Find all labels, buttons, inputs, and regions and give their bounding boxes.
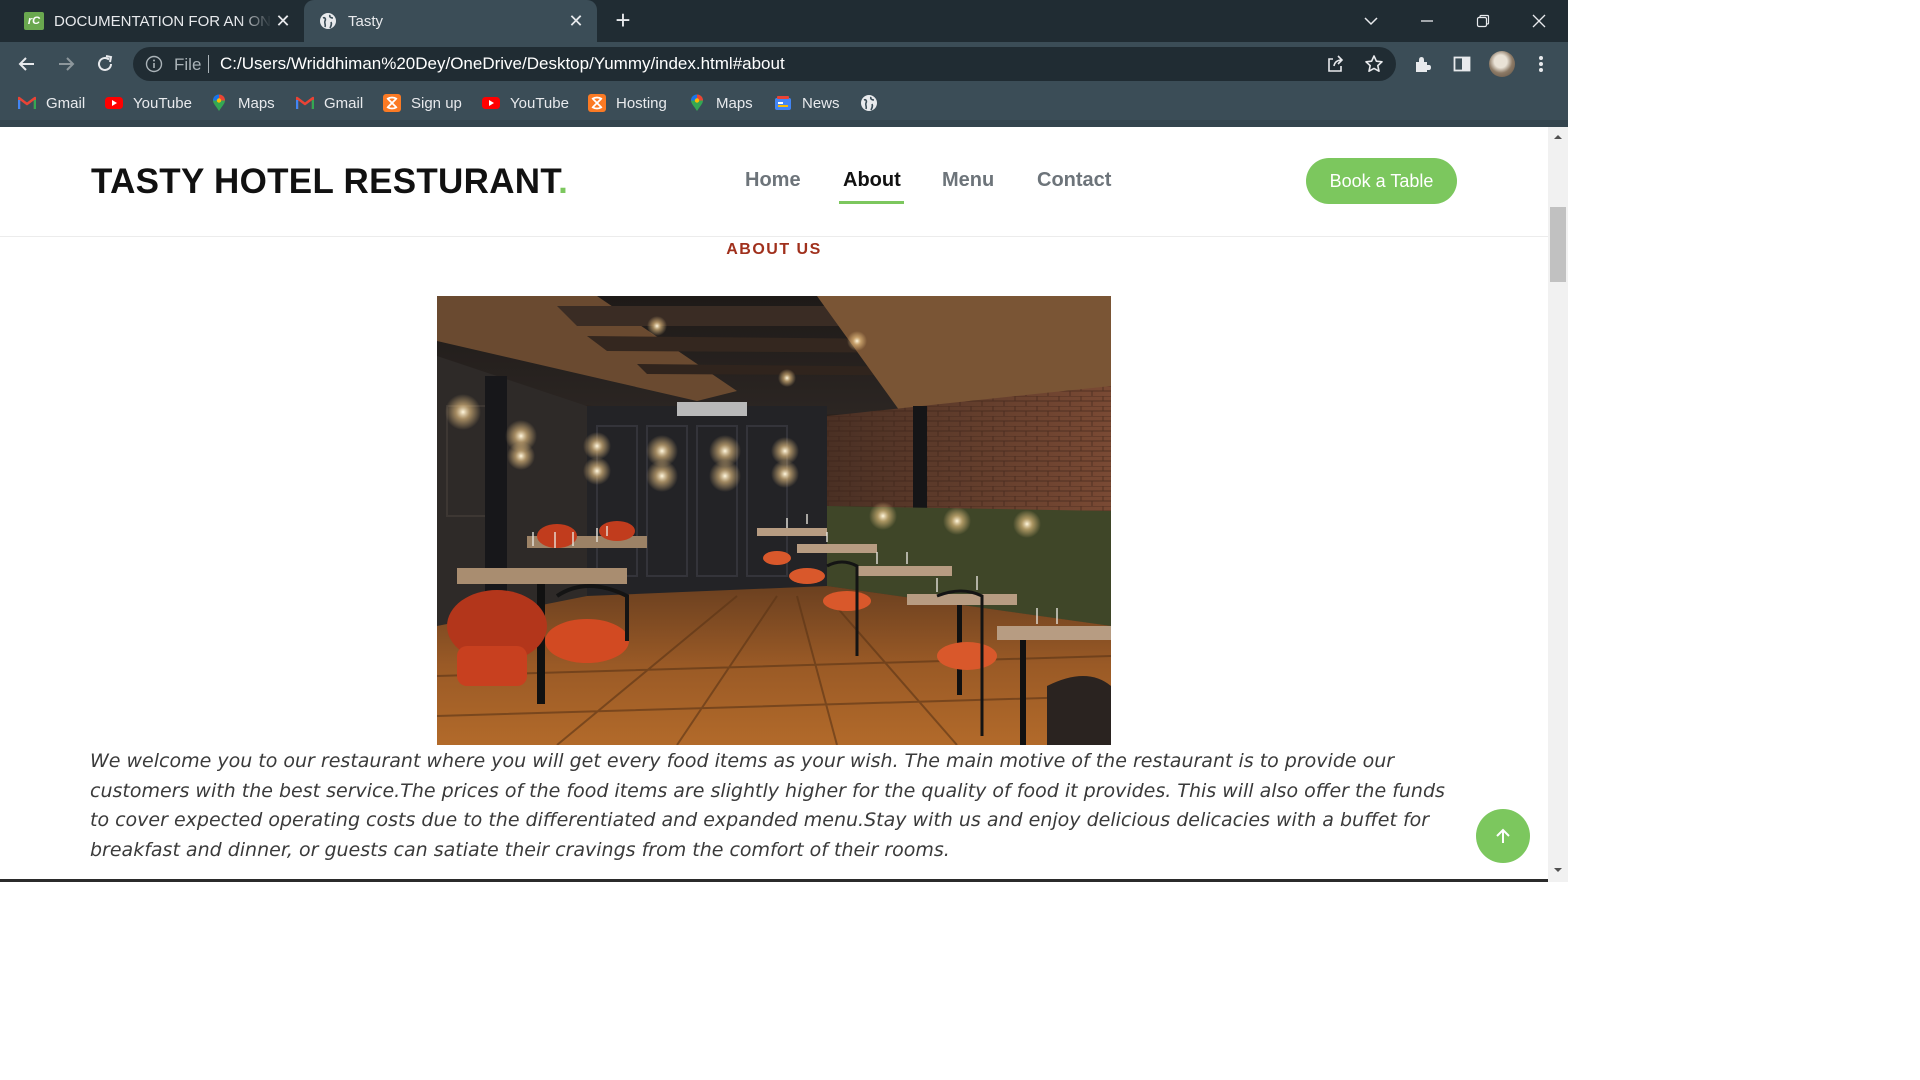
xampp-icon	[383, 94, 401, 112]
bookmark-hosting[interactable]: Hosting	[588, 93, 667, 113]
news-icon	[774, 95, 792, 111]
section-label: ABOUT US	[726, 241, 822, 258]
chrome-divider	[0, 120, 1568, 127]
rc-favicon-icon: rC	[24, 12, 44, 30]
arrow-up-icon	[1496, 828, 1510, 843]
scroll-up-arrow-icon	[1554, 135, 1562, 139]
nav-menu[interactable]: Menu	[942, 169, 994, 192]
nav-home[interactable]: Home	[745, 169, 801, 192]
reload-icon[interactable]	[91, 50, 119, 78]
close-tab-icon[interactable]: ✕	[565, 10, 587, 32]
bookmark-gmail-2[interactable]: Gmail	[296, 93, 363, 113]
scheme-label: File	[174, 55, 202, 74]
page-viewport: TASTY HOTEL RESTURANT. Home About Menu C…	[0, 127, 1548, 882]
scrollbar-thumb[interactable]	[1550, 207, 1566, 282]
bookmark-sign-up[interactable]: Sign up	[383, 93, 462, 113]
tab-title: Tasty	[348, 12, 384, 30]
site-info-icon[interactable]	[145, 55, 163, 73]
globe-icon	[318, 12, 338, 30]
scroll-to-top-button[interactable]	[1476, 809, 1530, 863]
about-paragraph: We welcome you to our restaurant where y…	[90, 750, 1445, 861]
bookmark-star-icon[interactable]	[1364, 54, 1384, 74]
close-window-icon[interactable]	[1524, 6, 1554, 36]
omnibox-divider	[208, 55, 209, 73]
window-bottom-edge	[0, 879, 1548, 882]
new-tab-button[interactable]: +	[610, 7, 636, 34]
tab-strip: rC DOCUMENTATION FOR AN ONLINE ✕ Tasty ✕…	[0, 0, 1568, 42]
nav-about[interactable]: About	[843, 169, 901, 192]
bookmark-gmail[interactable]: Gmail	[18, 93, 85, 113]
youtube-icon	[482, 95, 500, 111]
site-logo[interactable]: TASTY HOTEL RESTURANT.	[91, 162, 568, 202]
gmail-icon	[18, 95, 36, 111]
minimize-icon[interactable]	[1412, 6, 1442, 36]
bookmarks-bar: Gmail YouTube Maps Gmail Sign up YouTube…	[0, 86, 1568, 120]
scroll-down-arrow-icon	[1554, 868, 1562, 872]
tab-tasty[interactable]: Tasty ✕	[304, 0, 597, 42]
bookmark-maps[interactable]: Maps	[210, 93, 275, 113]
tab-search-icon[interactable]	[1356, 6, 1386, 36]
browser-toolbar: File C:/Users/Wriddhiman%20Dey/OneDrive/…	[0, 42, 1568, 86]
book-table-button[interactable]: Book a Table	[1306, 158, 1457, 204]
bookmark-news[interactable]: News	[774, 93, 840, 113]
restore-icon[interactable]	[1468, 6, 1498, 36]
bookmark-youtube[interactable]: YouTube	[105, 93, 192, 113]
globe-icon	[860, 95, 878, 111]
gmail-icon	[296, 95, 314, 111]
nav-active-underline	[839, 201, 904, 204]
bookmark-youtube-2[interactable]: YouTube	[482, 93, 569, 113]
xampp-icon	[588, 94, 606, 112]
profile-avatar[interactable]	[1489, 51, 1515, 77]
back-icon[interactable]	[13, 50, 41, 78]
side-panel-icon[interactable]	[1451, 53, 1473, 75]
share-icon[interactable]	[1325, 54, 1345, 74]
tab-title: DOCUMENTATION FOR AN ONLINE	[54, 12, 272, 30]
bookmark-maps-2[interactable]: Maps	[688, 93, 753, 113]
address-bar[interactable]: File C:/Users/Wriddhiman%20Dey/OneDrive/…	[133, 47, 1396, 81]
close-tab-icon[interactable]: ✕	[272, 10, 294, 32]
site-header: TASTY HOTEL RESTURANT. Home About Menu C…	[0, 127, 1548, 237]
extensions-icon[interactable]	[1412, 53, 1434, 75]
youtube-icon	[105, 95, 123, 111]
kebab-menu-icon[interactable]	[1530, 53, 1552, 75]
page-scrollbar[interactable]	[1548, 127, 1568, 882]
url-text[interactable]: C:/Users/Wriddhiman%20Dey/OneDrive/Deskt…	[220, 54, 785, 74]
restaurant-interior-image	[437, 296, 1111, 745]
maps-icon	[688, 94, 706, 111]
nav-contact[interactable]: Contact	[1037, 169, 1111, 192]
maps-icon	[210, 94, 228, 111]
bookmark-globe[interactable]	[860, 93, 888, 113]
forward-icon[interactable]	[52, 50, 80, 78]
tab-documentation[interactable]: rC DOCUMENTATION FOR AN ONLINE ✕	[14, 0, 304, 42]
